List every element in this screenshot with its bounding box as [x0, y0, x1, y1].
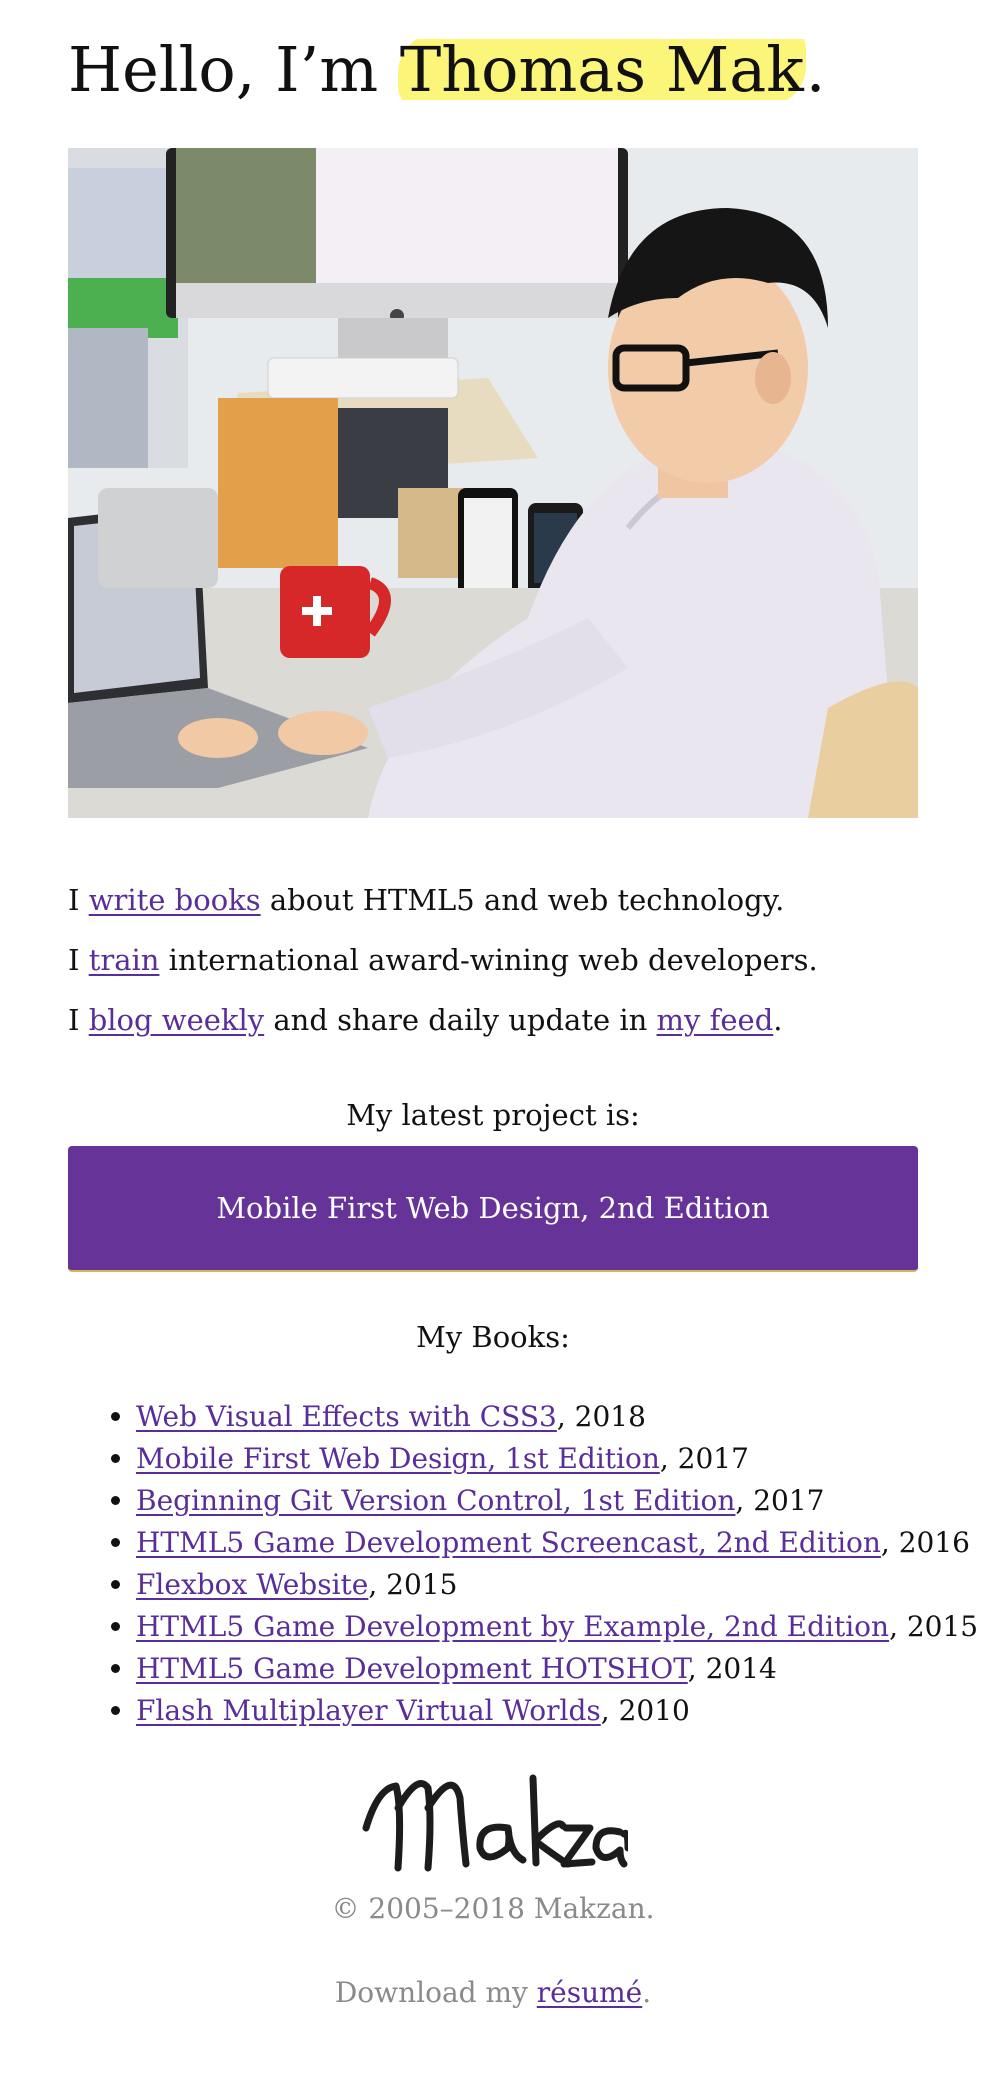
copyright-text: © 2005–2018 Makzan. — [331, 1892, 655, 1925]
book-link[interactable]: Beginning Git Version Control, 1st Editi… — [136, 1484, 735, 1517]
intro-text: about HTML5 and web technology. — [260, 883, 785, 917]
write-books-link[interactable]: write books — [89, 883, 261, 917]
latest-project-button[interactable]: Mobile First Web Design, 2nd Edition — [68, 1146, 918, 1272]
books-heading: My Books: — [416, 1320, 570, 1354]
list-item: Flash Multiplayer Virtual Worlds, 2010 — [136, 1690, 918, 1732]
blog-weekly-link[interactable]: blog weekly — [89, 1003, 264, 1037]
list-item: HTML5 Game Development by Example, 2nd E… — [136, 1606, 978, 1648]
my-feed-link[interactable]: my feed — [657, 1003, 774, 1037]
book-link[interactable]: HTML5 Game Development HOTSHOT — [136, 1652, 688, 1685]
book-year: , 2018 — [556, 1400, 646, 1433]
intro-text: I — [68, 883, 89, 917]
book-year: , 2015 — [889, 1610, 979, 1643]
book-year: , 2016 — [880, 1526, 970, 1559]
intro-text: I — [68, 943, 89, 977]
list-item: HTML5 Game Development HOTSHOT, 2014 — [136, 1648, 918, 1690]
intro-text: . — [773, 1003, 783, 1037]
highlighted-name: Thomas Mak — [397, 33, 806, 106]
intro-section: I write books about HTML5 and web techno… — [68, 876, 918, 1056]
book-link[interactable]: Web Visual Effects with CSS3 — [136, 1400, 557, 1433]
books-list: Web Visual Effects with CSS3, 2018 Mobil… — [68, 1396, 978, 1732]
book-year: , 2014 — [687, 1652, 777, 1685]
book-year: , 2015 — [368, 1568, 458, 1601]
intro-line-blog: I blog weekly and share daily update in … — [68, 996, 918, 1056]
download-text: Download my — [334, 1976, 537, 2009]
resume-link[interactable]: résumé — [537, 1976, 642, 2009]
title-punctuation: . — [805, 33, 826, 106]
download-punct: . — [642, 1976, 652, 2009]
page-title: Hello, I’m Thomas Mak. — [68, 30, 826, 110]
profile-photo — [68, 148, 918, 818]
intro-text: I — [68, 1003, 89, 1037]
intro-line-books: I write books about HTML5 and web techno… — [68, 876, 918, 936]
book-link[interactable]: HTML5 Game Development by Example, 2nd E… — [136, 1610, 889, 1643]
intro-line-train: I train international award-wining web d… — [68, 936, 918, 996]
book-year: , 2010 — [600, 1694, 690, 1727]
list-item: Beginning Git Version Control, 1st Editi… — [136, 1480, 918, 1522]
book-year: , 2017 — [735, 1484, 825, 1517]
intro-text: international award-wining web developer… — [159, 943, 818, 977]
list-item: Mobile First Web Design, 1st Edition, 20… — [136, 1438, 918, 1480]
list-item: Web Visual Effects with CSS3, 2018 — [136, 1396, 918, 1438]
list-item: HTML5 Game Development Screencast, 2nd E… — [136, 1522, 970, 1564]
profile-photo-illustration — [68, 148, 918, 818]
download-resume: Download my résumé. — [68, 1970, 918, 2016]
book-year: , 2017 — [659, 1442, 749, 1475]
list-item: Flexbox Website, 2015 — [136, 1564, 918, 1606]
signature-icon — [362, 1774, 628, 1872]
intro-text: and share daily update in — [264, 1003, 657, 1037]
train-link[interactable]: train — [89, 943, 160, 977]
signature-logo — [68, 1768, 918, 1888]
greeting-text: Hello, I’m — [68, 33, 398, 106]
book-link[interactable]: HTML5 Game Development Screencast, 2nd E… — [136, 1526, 881, 1559]
book-link[interactable]: Flash Multiplayer Virtual Worlds — [136, 1694, 601, 1727]
book-link[interactable]: Mobile First Web Design, 1st Edition — [136, 1442, 660, 1475]
latest-project-label: My latest project is: — [346, 1098, 640, 1132]
book-link[interactable]: Flexbox Website — [136, 1568, 368, 1601]
